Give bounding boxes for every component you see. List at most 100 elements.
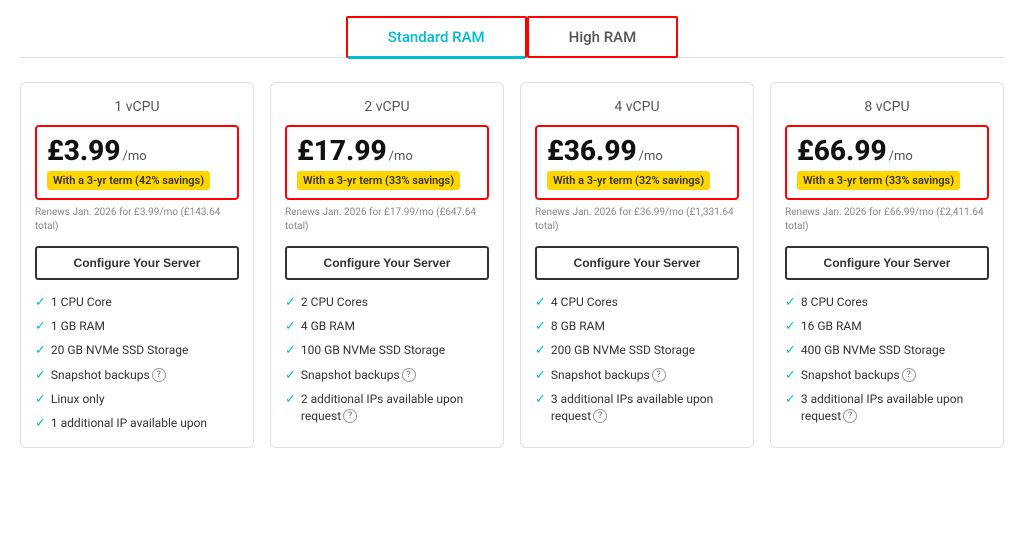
feature-text: 4 GB RAM [301, 318, 355, 335]
check-icon: ✓ [785, 318, 796, 336]
savings-badge-plan-2vcpu: With a 3-yr term (33% savings) [297, 171, 460, 190]
feature-text: 16 GB RAM [801, 318, 862, 335]
help-icon[interactable]: ? [152, 368, 166, 382]
list-item: ✓ Snapshot backups? [285, 367, 489, 385]
price-main-plan-2vcpu: £17.99 /mo [297, 137, 477, 165]
plan-card-plan-1vcpu: 1 vCPU £3.99 /mo With a 3-yr term (42% s… [20, 82, 254, 448]
plan-card-plan-4vcpu: 4 vCPU £36.99 /mo With a 3-yr term (32% … [520, 82, 754, 448]
features-list-plan-1vcpu: ✓ 1 CPU Core ✓ 1 GB RAM ✓ 20 GB NVMe SSD… [35, 294, 239, 433]
price-main-plan-8vcpu: £66.99 /mo [797, 137, 977, 165]
price-main-plan-1vcpu: £3.99 /mo [47, 137, 227, 165]
features-list-plan-4vcpu: ✓ 4 CPU Cores ✓ 8 GB RAM ✓ 200 GB NVMe S… [535, 294, 739, 424]
page-wrapper: Standard RAM High RAM 1 vCPU £3.99 /mo W… [0, 0, 1024, 468]
plan-name-plan-2vcpu: 2 vCPU [285, 99, 489, 115]
help-icon[interactable]: ? [652, 368, 666, 382]
features-list-plan-8vcpu: ✓ 8 CPU Cores ✓ 16 GB RAM ✓ 400 GB NVMe … [785, 294, 989, 424]
price-box-plan-1vcpu: £3.99 /mo With a 3-yr term (42% savings) [35, 125, 239, 200]
feature-text: Snapshot backups? [551, 367, 666, 384]
savings-badge-plan-4vcpu: With a 3-yr term (32% savings) [547, 171, 710, 190]
feature-text: 1 CPU Core [51, 294, 112, 311]
list-item: ✓ 3 additional IPs available upon reques… [785, 391, 989, 425]
list-item: ✓ 200 GB NVMe SSD Storage [535, 342, 739, 360]
check-icon: ✓ [35, 415, 46, 433]
plan-card-plan-8vcpu: 8 vCPU £66.99 /mo With a 3-yr term (33% … [770, 82, 1004, 448]
feature-text: 1 GB RAM [51, 318, 105, 335]
list-item: ✓ 4 GB RAM [285, 318, 489, 336]
list-item: ✓ 20 GB NVMe SSD Storage [35, 342, 239, 360]
help-icon[interactable]: ? [593, 409, 607, 423]
savings-badge-plan-1vcpu: With a 3-yr term (42% savings) [47, 171, 210, 190]
list-item: ✓ 400 GB NVMe SSD Storage [785, 342, 989, 360]
tab-bar: Standard RAM High RAM [20, 16, 1004, 58]
help-icon[interactable]: ? [343, 409, 357, 423]
tab-standard-ram[interactable]: Standard RAM [346, 16, 527, 58]
check-icon: ✓ [285, 367, 296, 385]
feature-text: 2 additional IPs available upon request? [301, 391, 489, 425]
help-icon[interactable]: ? [402, 368, 416, 382]
configure-button-plan-4vcpu[interactable]: Configure Your Server [535, 246, 739, 280]
check-icon: ✓ [35, 391, 46, 409]
feature-text: 20 GB NVMe SSD Storage [51, 342, 188, 359]
check-icon: ✓ [785, 294, 796, 312]
check-icon: ✓ [285, 342, 296, 360]
feature-text: 1 additional IP available upon [51, 415, 207, 432]
renews-info-plan-2vcpu: Renews Jan. 2026 for £17.99/mo (£647.64 … [285, 206, 489, 234]
check-icon: ✓ [535, 367, 546, 385]
plans-grid: 1 vCPU £3.99 /mo With a 3-yr term (42% s… [20, 82, 1004, 448]
feature-text: 3 additional IPs available upon request? [551, 391, 739, 425]
list-item: ✓ 1 GB RAM [35, 318, 239, 336]
check-icon: ✓ [35, 367, 46, 385]
help-icon[interactable]: ? [902, 368, 916, 382]
savings-badge-plan-8vcpu: With a 3-yr term (33% savings) [797, 171, 960, 190]
price-period-plan-8vcpu: /mo [889, 149, 913, 164]
check-icon: ✓ [535, 391, 546, 409]
price-box-plan-2vcpu: £17.99 /mo With a 3-yr term (33% savings… [285, 125, 489, 200]
feature-text: Linux only [51, 391, 105, 408]
check-icon: ✓ [785, 367, 796, 385]
check-icon: ✓ [535, 342, 546, 360]
price-amount-plan-4vcpu: £36.99 [547, 137, 637, 165]
list-item: ✓ 2 CPU Cores [285, 294, 489, 312]
feature-text: 8 GB RAM [551, 318, 605, 335]
list-item: ✓ 8 CPU Cores [785, 294, 989, 312]
price-amount-plan-8vcpu: £66.99 [797, 137, 887, 165]
list-item: ✓ 1 CPU Core [35, 294, 239, 312]
list-item: ✓ Snapshot backups? [785, 367, 989, 385]
check-icon: ✓ [35, 342, 46, 360]
list-item: ✓ 3 additional IPs available upon reques… [535, 391, 739, 425]
check-icon: ✓ [535, 318, 546, 336]
list-item: ✓ Snapshot backups? [35, 367, 239, 385]
check-icon: ✓ [785, 391, 796, 409]
renews-info-plan-1vcpu: Renews Jan. 2026 for £3.99/mo (£143.64 t… [35, 206, 239, 234]
list-item: ✓ 2 additional IPs available upon reques… [285, 391, 489, 425]
check-icon: ✓ [285, 391, 296, 409]
help-icon[interactable]: ? [843, 409, 857, 423]
configure-button-plan-8vcpu[interactable]: Configure Your Server [785, 246, 989, 280]
check-icon: ✓ [785, 342, 796, 360]
price-amount-plan-1vcpu: £3.99 [47, 137, 120, 165]
list-item: ✓ 4 CPU Cores [535, 294, 739, 312]
configure-button-plan-2vcpu[interactable]: Configure Your Server [285, 246, 489, 280]
features-list-plan-2vcpu: ✓ 2 CPU Cores ✓ 4 GB RAM ✓ 100 GB NVMe S… [285, 294, 489, 424]
check-icon: ✓ [535, 294, 546, 312]
feature-text: 400 GB NVMe SSD Storage [801, 342, 945, 359]
configure-button-plan-1vcpu[interactable]: Configure Your Server [35, 246, 239, 280]
list-item: ✓ 16 GB RAM [785, 318, 989, 336]
price-period-plan-2vcpu: /mo [389, 149, 413, 164]
check-icon: ✓ [285, 294, 296, 312]
price-box-plan-4vcpu: £36.99 /mo With a 3-yr term (32% savings… [535, 125, 739, 200]
list-item: ✓ Snapshot backups? [535, 367, 739, 385]
renews-info-plan-4vcpu: Renews Jan. 2026 for £36.99/mo (£1,331.6… [535, 206, 739, 234]
plan-card-plan-2vcpu: 2 vCPU £17.99 /mo With a 3-yr term (33% … [270, 82, 504, 448]
price-box-plan-8vcpu: £66.99 /mo With a 3-yr term (33% savings… [785, 125, 989, 200]
renews-info-plan-8vcpu: Renews Jan. 2026 for £66.99/mo (£2,411.6… [785, 206, 989, 234]
plan-name-plan-8vcpu: 8 vCPU [785, 99, 989, 115]
feature-text: 3 additional IPs available upon request? [801, 391, 989, 425]
tab-high-ram[interactable]: High RAM [527, 16, 679, 58]
price-period-plan-1vcpu: /mo [122, 149, 146, 164]
price-main-plan-4vcpu: £36.99 /mo [547, 137, 727, 165]
plan-name-plan-4vcpu: 4 vCPU [535, 99, 739, 115]
list-item: ✓ Linux only [35, 391, 239, 409]
list-item: ✓ 1 additional IP available upon [35, 415, 239, 433]
feature-text: 2 CPU Cores [301, 294, 368, 311]
